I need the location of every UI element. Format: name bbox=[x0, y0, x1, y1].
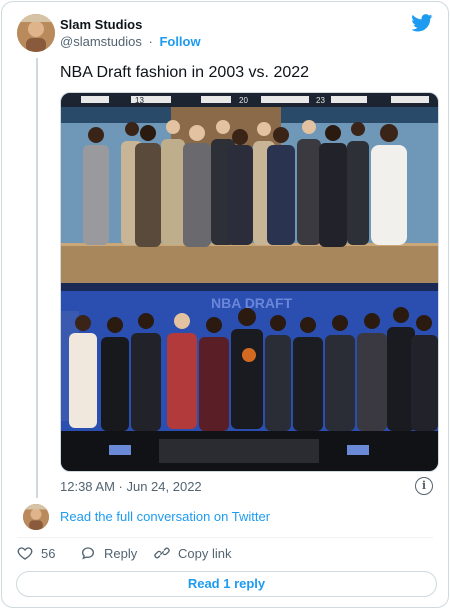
copy-link-label: Copy link bbox=[178, 545, 232, 561]
author-avatar[interactable] bbox=[17, 14, 55, 52]
read-conversation-link[interactable]: Read the full conversation on Twitter bbox=[60, 509, 270, 524]
conversation-avatar bbox=[23, 504, 49, 530]
like-count: 56 bbox=[41, 545, 56, 561]
banner-number-1: 13 bbox=[135, 96, 144, 105]
thread-line bbox=[36, 58, 38, 498]
follow-link[interactable]: Follow bbox=[159, 34, 200, 49]
tweet-card: Slam Studios @slamstudios · Follow NBA D… bbox=[1, 1, 449, 608]
author-handle-row: @slamstudios · Follow bbox=[60, 34, 201, 49]
reply-label: Reply bbox=[104, 545, 138, 561]
tweet-text: NBA Draft fashion in 2003 vs. 2022 bbox=[60, 64, 310, 81]
divider bbox=[17, 537, 433, 538]
twitter-bird-icon[interactable] bbox=[411, 14, 433, 32]
author-handle[interactable]: @slamstudios bbox=[60, 34, 142, 49]
copy-link-button[interactable]: Copy link bbox=[154, 545, 231, 561]
draft-photos-image: 13 20 23 NBA DRAFT bbox=[61, 93, 438, 471]
banner-number-3: 23 bbox=[316, 96, 325, 105]
separator-dot: · bbox=[148, 34, 153, 49]
info-icon[interactable]: i bbox=[415, 477, 433, 495]
banner-number-2: 20 bbox=[239, 96, 248, 105]
heart-icon bbox=[17, 547, 33, 560]
banner-text: NBA DRAFT bbox=[211, 295, 293, 311]
read-replies-button[interactable]: Read 1 reply bbox=[16, 571, 437, 597]
author-name[interactable]: Slam Studios bbox=[60, 17, 142, 32]
tweet-media[interactable]: 13 20 23 NBA DRAFT bbox=[60, 92, 439, 472]
link-icon bbox=[154, 547, 170, 559]
like-button[interactable]: 56 bbox=[17, 545, 55, 561]
tweet-timestamp[interactable]: 12:38 AM · Jun 24, 2022 bbox=[60, 479, 202, 494]
reply-button[interactable]: Reply bbox=[80, 545, 137, 561]
reply-bubble-icon bbox=[81, 547, 95, 560]
